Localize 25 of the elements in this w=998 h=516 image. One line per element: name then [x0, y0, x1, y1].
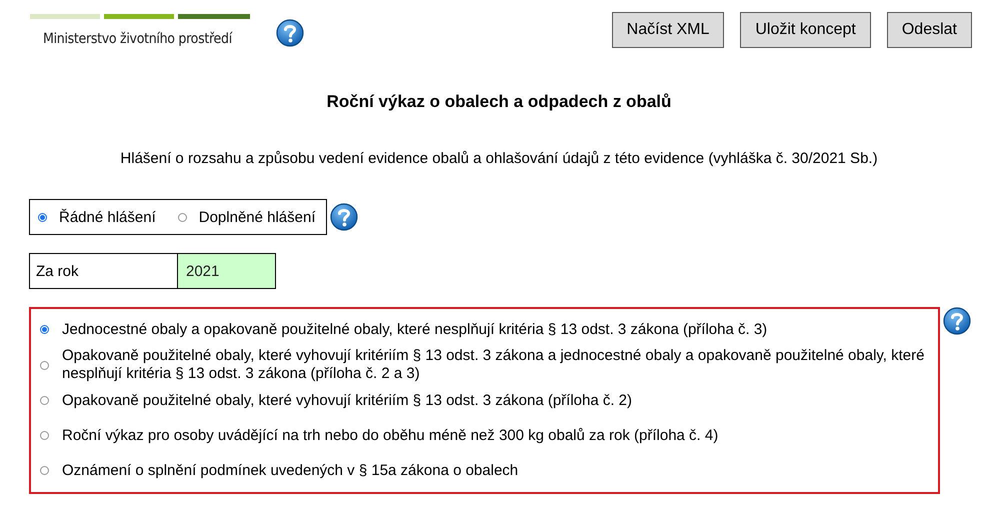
page-subtitle: Hlášení o rozsahu a způsobu vedení evidence obalů a ohlašování údajů z této evidence (vyhláška č. 30/2021 Sb.) [119, 150, 879, 167]
radio-icon[interactable] [40, 325, 49, 334]
radio-label[interactable]: Roční výkaz pro osoby uvádějící na trh nebo do oběhu méně než 300 kg obalů za rok (příloha č. 4) [62, 426, 928, 444]
radio-icon[interactable] [38, 212, 47, 222]
radio-icon[interactable] [40, 431, 49, 440]
radio-icon[interactable] [178, 212, 187, 222]
radio-label[interactable]: Opakovaně použitelné obaly, které vyhovují kritériím § 13 odst. 3 zákona (příloha č. 2) [62, 392, 928, 410]
page-title: Roční výkaz o obalech a odpadech z obalů [326, 92, 672, 112]
radio-icon[interactable] [40, 396, 49, 405]
radio-icon[interactable] [40, 466, 49, 475]
toolbar-button[interactable]: Odeslat [886, 12, 972, 48]
radio-option[interactable]: Doplněné hlášení [178, 208, 316, 226]
logo-text: Ministerstvo životního prostředí [43, 31, 234, 47]
radio-label[interactable]: Opakovaně použitelné obaly, které vyhovují kritériím § 13 odst. 3 zákona a jednocestné obaly a opakovaně použitelné obaly, které nesplňují kritéria § 13 odst. 3 zákona (příloha č. 2 a 3) [62, 347, 928, 383]
radio-label[interactable]: Jednocestné obaly a opakovaně použitelné obaly, které nesplňují kritéria § 13 odst. 3 zákona (příloha č. 3) [62, 320, 928, 338]
year-field[interactable]: 2021 [178, 254, 275, 288]
logo-stripes-icon [30, 14, 250, 20]
help-icon[interactable] [330, 203, 358, 231]
radio-option[interactable]: Řádné hlášení [38, 208, 156, 226]
help-icon[interactable] [276, 19, 304, 47]
radio-icon[interactable] [40, 360, 49, 370]
toolbar-button[interactable]: Uložit koncept [740, 12, 871, 48]
toolbar-button[interactable]: Načíst XML [612, 12, 724, 48]
help-icon[interactable] [943, 307, 971, 335]
radio-label[interactable]: Oznámení o splnění podmínek uvedených v § 15a zákona o obalech [62, 462, 928, 480]
